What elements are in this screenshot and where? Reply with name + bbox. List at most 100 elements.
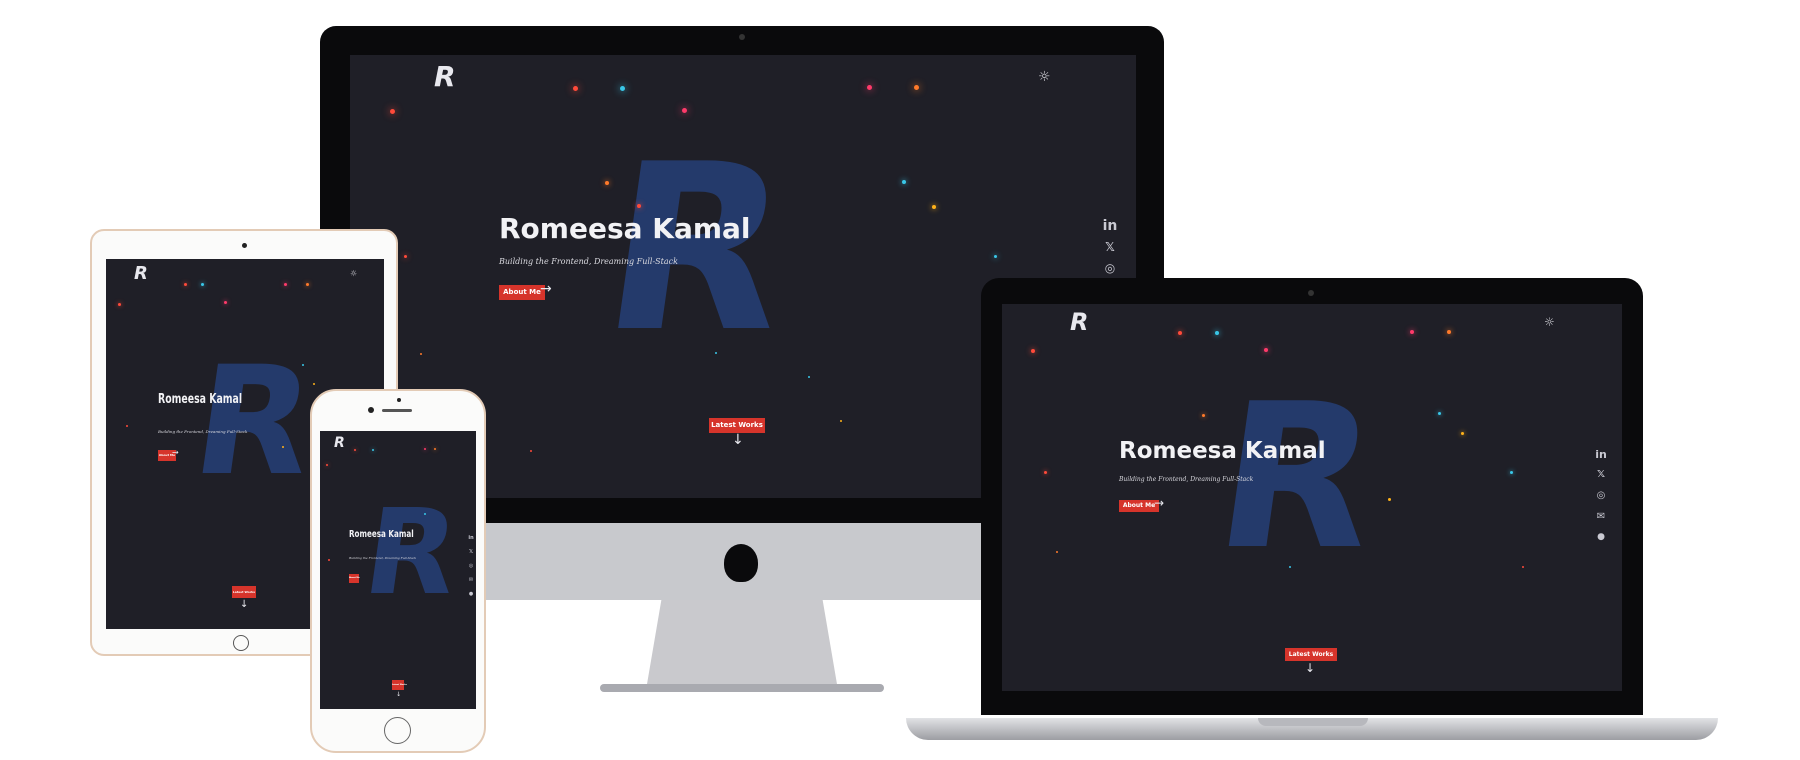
imac-stand xyxy=(646,600,838,690)
latest-works-button[interactable]: Latest Works xyxy=(709,418,765,433)
star-dot xyxy=(326,464,328,466)
hero-tagline: Building the Frontend, Dreaming Full-Sta… xyxy=(158,429,248,434)
star-dot xyxy=(126,425,128,427)
down-arrow-icon: ↓ xyxy=(240,599,249,610)
linkedin-icon[interactable]: in xyxy=(1594,448,1608,461)
star-dot xyxy=(302,364,304,366)
phone-camera xyxy=(368,407,374,413)
star-dot xyxy=(1438,412,1441,415)
phone-screen: R R Romeesa Kamal Building the Frontend,… xyxy=(320,431,476,709)
star-dot xyxy=(605,181,609,185)
star-dot xyxy=(1510,471,1513,474)
x-icon[interactable]: 𝕏 xyxy=(1594,469,1608,480)
monogram-r-background: R xyxy=(589,116,804,383)
star-dot xyxy=(867,85,872,90)
instagram-icon[interactable]: ◎ xyxy=(467,563,475,569)
x-icon[interactable]: 𝕏 xyxy=(1102,240,1118,254)
down-arrow-icon: ↓ xyxy=(1305,661,1316,675)
hero-name: Romeesa Kamal xyxy=(349,529,414,540)
right-arrow-icon: → xyxy=(1154,496,1165,510)
linkedin-icon[interactable]: in xyxy=(1102,218,1118,234)
star-dot xyxy=(420,353,422,355)
instagram-icon[interactable]: ◎ xyxy=(1102,261,1118,275)
about-me-button[interactable]: About Me xyxy=(349,574,360,583)
star-dot xyxy=(306,283,309,286)
star-dot xyxy=(637,204,641,208)
star-dot xyxy=(224,301,227,304)
star-dot xyxy=(1461,432,1464,435)
laptop-notch xyxy=(1258,718,1368,726)
linkedin-icon[interactable]: in xyxy=(467,535,475,541)
star-dot xyxy=(620,86,625,91)
right-arrow-icon: → xyxy=(172,448,179,457)
site-logo[interactable]: R xyxy=(134,265,148,283)
mail-icon[interactable]: ✉ xyxy=(467,577,475,583)
hero-name: Romeesa Kamal xyxy=(499,212,751,245)
theme-toggle-sun-icon[interactable]: ☼ xyxy=(1544,315,1555,329)
star-dot xyxy=(902,180,906,184)
github-icon[interactable]: ● xyxy=(467,591,475,597)
hero-name: Romeesa Kamal xyxy=(1119,438,1326,464)
tablet-home-button xyxy=(233,635,249,651)
site-logo[interactable]: R xyxy=(1070,310,1088,334)
instagram-icon[interactable]: ◎ xyxy=(1594,490,1608,501)
star-dot xyxy=(282,446,284,448)
star-dot xyxy=(808,376,810,378)
star-dot xyxy=(1031,349,1035,353)
star-dot xyxy=(184,283,187,286)
star-dot xyxy=(840,420,842,422)
latest-works-button[interactable]: Latest Works xyxy=(232,586,256,598)
right-arrow-icon: → xyxy=(540,281,552,297)
star-dot xyxy=(313,383,315,385)
phone-sensor xyxy=(397,398,401,402)
tablet-camera xyxy=(242,243,247,248)
star-dot xyxy=(201,283,204,286)
monogram-r-background: R xyxy=(183,335,324,509)
star-dot xyxy=(354,449,356,451)
theme-toggle-sun-icon[interactable]: ☼ xyxy=(350,269,357,278)
star-dot xyxy=(1522,566,1524,568)
hero-tagline: Building the Frontend, Dreaming Full-Sta… xyxy=(349,556,417,560)
imac-camera xyxy=(739,34,745,40)
down-arrow-icon: ↓ xyxy=(732,432,744,448)
github-icon[interactable]: ● xyxy=(1594,532,1608,542)
star-dot xyxy=(1410,330,1414,334)
star-dot xyxy=(1044,471,1047,474)
theme-toggle-sun-icon[interactable]: ☼ xyxy=(1038,69,1051,85)
laptop-camera xyxy=(1308,290,1314,296)
star-dot xyxy=(1388,498,1391,501)
phone-home-button xyxy=(384,717,411,744)
hero-tagline: Building the Frontend, Dreaming Full-Sta… xyxy=(499,257,678,266)
star-dot xyxy=(530,450,532,452)
laptop-device: R ☼ R Romeesa Kamal Building the Fronten… xyxy=(981,278,1643,728)
star-dot xyxy=(715,352,717,354)
latest-works-button[interactable]: Latest Works xyxy=(392,680,407,690)
star-dot xyxy=(390,109,395,114)
laptop-screen: R ☼ R Romeesa Kamal Building the Fronten… xyxy=(1002,304,1622,691)
x-icon[interactable]: 𝕏 xyxy=(467,549,475,555)
star-dot xyxy=(372,449,374,451)
about-me-button[interactable]: About Me xyxy=(1119,500,1159,512)
site-logo[interactable]: R xyxy=(334,436,345,450)
star-dot xyxy=(1178,331,1182,335)
site-logo[interactable]: R xyxy=(434,63,456,91)
star-dot xyxy=(1264,348,1268,352)
star-dot xyxy=(1056,551,1058,553)
star-dot xyxy=(1215,331,1219,335)
down-arrow-icon: ↓ xyxy=(396,691,402,698)
hero-name: Romeesa Kamal xyxy=(158,392,243,407)
star-dot xyxy=(1289,566,1291,568)
star-dot xyxy=(118,303,121,306)
phone-speaker xyxy=(382,409,412,412)
star-dot xyxy=(1202,414,1205,417)
hero-tagline: Building the Frontend, Dreaming Full-Sta… xyxy=(1119,476,1254,483)
star-dot xyxy=(328,559,330,561)
star-dot xyxy=(573,86,578,91)
mail-icon[interactable]: ✉ xyxy=(1594,511,1608,522)
monogram-r-background: R xyxy=(356,483,467,621)
star-dot xyxy=(682,108,687,113)
latest-works-button[interactable]: Latest Works xyxy=(1285,648,1337,661)
star-dot xyxy=(994,255,997,258)
star-dot xyxy=(404,255,407,258)
about-me-button[interactable]: About Me xyxy=(499,285,545,300)
